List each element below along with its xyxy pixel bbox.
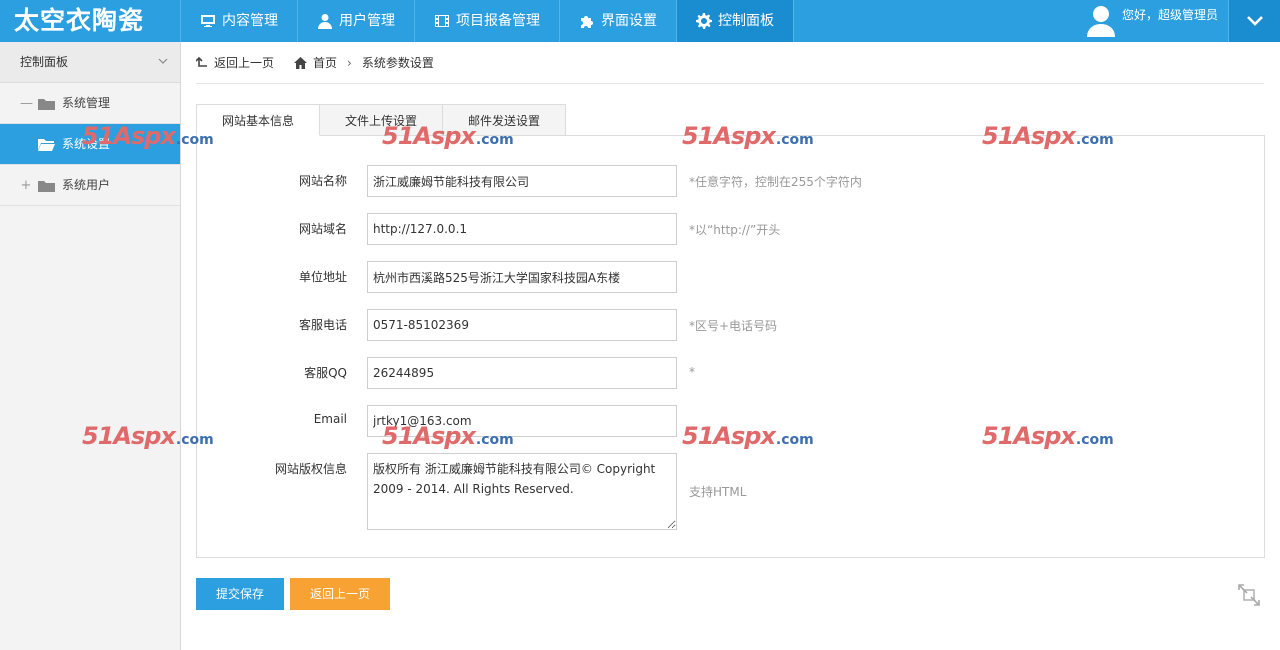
- breadcrumb-current: 系统参数设置: [361, 56, 434, 70]
- qq-hint: *: [689, 365, 695, 379]
- user-icon: [318, 14, 332, 29]
- save-button[interactable]: 提交保存: [196, 578, 284, 610]
- nav-label: 用户管理: [339, 13, 395, 29]
- site-name-hint: *任意字符，控制在255个字符内: [689, 175, 862, 189]
- breadcrumb-home-link[interactable]: 首页: [294, 54, 337, 71]
- address-label: 单位地址: [298, 270, 347, 284]
- copyright-hint: 支持HTML: [689, 485, 747, 499]
- nav-content[interactable]: 内容管理: [180, 0, 297, 42]
- settings-form: 网站名称 *任意字符，控制在255个字符内 网站域名 *以“http://”开头…: [196, 135, 1265, 558]
- email-label: Email: [313, 412, 347, 426]
- folder-icon: [38, 98, 55, 110]
- sidebar: 控制面板 — 系统管理 系统设置 + 系统用户: [0, 42, 181, 650]
- tab-mail-settings[interactable]: 邮件发送设置: [442, 104, 567, 136]
- nav-label: 内容管理: [222, 13, 278, 29]
- avatar-icon: [1087, 6, 1115, 37]
- copyright-textarea[interactable]: 版权所有 浙江威廉姆节能科技有限公司© Copyright 2009 - 201…: [367, 453, 677, 530]
- site-domain-hint: *以“http://”开头: [689, 223, 781, 237]
- breadcrumb-back-label: 返回上一页: [214, 56, 275, 70]
- phone-label: 客服电话: [298, 318, 347, 332]
- breadcrumb-separator: ›: [347, 55, 352, 70]
- top-dropdown-toggle[interactable]: [1228, 0, 1280, 42]
- breadcrumb-back-link[interactable]: 返回上一页: [196, 54, 274, 71]
- nav-ui-settings[interactable]: 界面设置: [559, 0, 676, 42]
- main-nav: 内容管理 用户管理 项目报备管理 界面设置 控制面板: [180, 0, 794, 42]
- qq-label: 客服QQ: [304, 366, 347, 380]
- copyright-label: 网站版权信息: [274, 462, 347, 476]
- tab-upload-settings[interactable]: 文件上传设置: [319, 104, 444, 136]
- site-name-label: 网站名称: [298, 174, 347, 188]
- sidebar-item-label: 系统管理: [62, 95, 111, 110]
- nav-control-panel[interactable]: 控制面板: [676, 0, 794, 42]
- sidebar-item-system-users[interactable]: + 系统用户: [0, 165, 180, 206]
- expand-icon[interactable]: +: [20, 165, 32, 206]
- user-greeting: 您好，超级管理员: [1122, 8, 1219, 22]
- folder-icon: [38, 180, 55, 192]
- gear-icon: [696, 13, 712, 29]
- nav-label: 控制面板: [718, 13, 774, 29]
- nav-label: 项目报备管理: [456, 13, 540, 29]
- phone-input[interactable]: [367, 309, 677, 341]
- chevron-down-icon: [1246, 16, 1263, 26]
- nav-users[interactable]: 用户管理: [297, 0, 414, 42]
- sidebar-header[interactable]: 控制面板: [0, 42, 180, 83]
- chevron-down-icon: [158, 58, 168, 64]
- top-bar: 太空衣陶瓷 内容管理 用户管理 项目报备管理 界面设置 控制面板 您好，超级管理…: [0, 0, 1280, 42]
- film-icon: [435, 15, 449, 27]
- monitor-icon: [201, 15, 215, 27]
- sidebar-header-label: 控制面板: [20, 55, 69, 69]
- sidebar-item-label: 系统设置: [62, 136, 111, 151]
- back-button[interactable]: 返回上一页: [290, 578, 390, 610]
- email-input[interactable]: [367, 405, 677, 437]
- phone-hint: *区号+电话号码: [689, 319, 778, 333]
- site-domain-label: 网站域名: [298, 222, 347, 236]
- breadcrumb: 返回上一页 首页 › 系统参数设置: [196, 42, 1264, 84]
- puzzle-icon: [581, 16, 593, 28]
- resize-icon[interactable]: [1238, 584, 1260, 606]
- sidebar-item-label: 系统用户: [62, 177, 111, 192]
- home-icon: [294, 56, 308, 69]
- sidebar-item-system-manage[interactable]: — 系统管理: [0, 83, 180, 124]
- sidebar-item-system-settings[interactable]: 系统设置: [0, 124, 180, 165]
- breadcrumb-home-label: 首页: [313, 56, 338, 70]
- nav-label: 界面设置: [601, 13, 657, 29]
- nav-projects[interactable]: 项目报备管理: [414, 0, 559, 42]
- folder-open-icon: [38, 138, 55, 151]
- tab-basic-info[interactable]: 网站基本信息: [196, 104, 321, 136]
- settings-tabs: 网站基本信息 文件上传设置 邮件发送设置: [196, 104, 567, 136]
- site-domain-input[interactable]: [367, 213, 677, 245]
- site-name-input[interactable]: [367, 165, 677, 197]
- address-input[interactable]: [367, 261, 677, 293]
- app-logo[interactable]: 太空衣陶瓷: [0, 0, 180, 42]
- back-arrow-icon: [196, 56, 207, 67]
- collapse-icon[interactable]: —: [20, 83, 33, 124]
- user-menu[interactable]: 您好，超级管理员: [1086, 0, 1228, 42]
- qq-input[interactable]: [367, 357, 677, 389]
